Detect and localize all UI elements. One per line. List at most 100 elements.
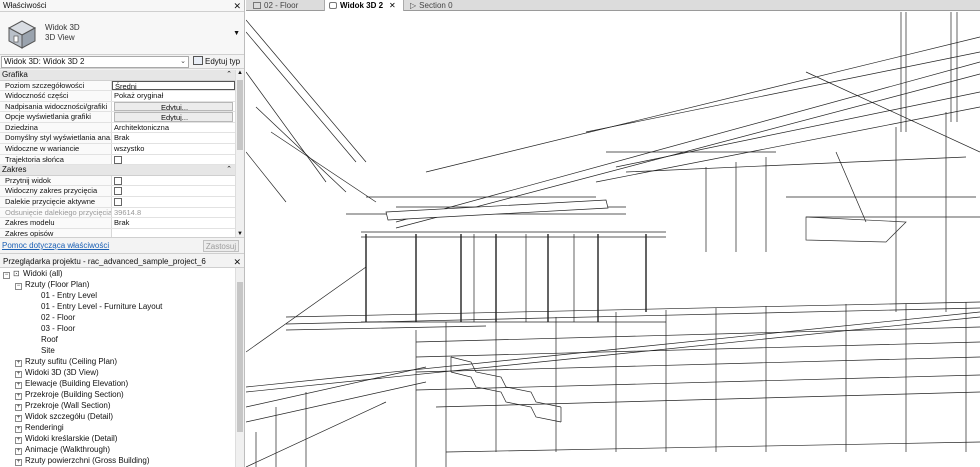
- prop-row: Widoczny zakres przycięcia: [0, 186, 235, 197]
- chevron-down-icon[interactable]: ▼: [233, 30, 240, 37]
- canopy-lines: [346, 36, 980, 312]
- scroll-thumb[interactable]: [237, 80, 243, 150]
- tree-leaf-view[interactable]: 02 - Floor: [0, 312, 234, 323]
- tree-leaf-view[interactable]: Site: [0, 345, 234, 356]
- apply-button[interactable]: Zastosuj: [203, 240, 239, 252]
- tree-node-category[interactable]: + Rzuty sufitu (Ceiling Plan): [0, 356, 234, 367]
- prop-key: Przytnij widok: [0, 175, 112, 186]
- project-tree-scrollbar[interactable]: [235, 268, 244, 467]
- curtain-wall: [361, 231, 666, 323]
- prop-row: Przytnij widok: [0, 175, 235, 187]
- far-clip-checkbox[interactable]: [114, 197, 122, 206]
- type-subname: 3D View: [45, 33, 75, 42]
- vg-overrides-edit-button[interactable]: Edytuj...: [114, 101, 233, 112]
- far-clip-cell: [112, 197, 235, 207]
- discipline-value[interactable]: Architektoniczna: [112, 123, 235, 133]
- tree-node-category[interactable]: + Widok szczegółu (Detail): [0, 411, 234, 422]
- graphic-display-edit-button[interactable]: Edytuj...: [114, 112, 233, 122]
- properties-scrollbar[interactable]: ▲ ▼: [235, 70, 244, 237]
- project-browser-title-bar: Przeglądarka projektu - rac_advanced_sam…: [0, 256, 244, 268]
- analysis-style-value[interactable]: Brak: [112, 133, 235, 143]
- prop-key: Nadpisania widoczności/grafiki: [0, 101, 112, 112]
- properties-help-link[interactable]: Pomoc dotycząca właściwości: [2, 241, 109, 250]
- scope-box-value[interactable]: Brak: [112, 218, 235, 228]
- plus-box-icon[interactable]: +: [15, 415, 22, 422]
- plus-box-icon[interactable]: +: [15, 448, 22, 455]
- tree-node-category[interactable]: + Widoki 3D (3D View): [0, 367, 234, 378]
- minus-box-icon[interactable]: −: [3, 272, 10, 279]
- properties-grid: Grafika ⌃ Poziom szczegółowości Średni Wi…: [0, 70, 235, 237]
- tree-node-category[interactable]: + Przekroje (Building Section): [0, 389, 234, 400]
- tab-widok-3d-2[interactable]: Widok 3D 2 ✕: [324, 0, 404, 11]
- minus-box-icon[interactable]: −: [15, 283, 22, 290]
- close-icon[interactable]: ✕: [233, 256, 241, 268]
- tree-node-views-root[interactable]: − ⊡ Widoki (all): [0, 268, 234, 279]
- tab-section-0[interactable]: ▷ Section 0: [406, 0, 486, 11]
- project-browser-title: Przeglądarka projektu - rac_advanced_sam…: [3, 257, 206, 266]
- tree-node-label: Widoki 3D (3D View): [25, 368, 99, 377]
- close-icon[interactable]: ✕: [233, 0, 241, 12]
- edit-type-button[interactable]: Edytuj typ: [193, 56, 240, 68]
- tree-node-category[interactable]: + Widoki kreślarskie (Detail): [0, 433, 234, 444]
- detail-level-select[interactable]: Średni: [112, 80, 235, 91]
- tree-node-category[interactable]: + Rzuty powierzchni (Gross Building): [0, 455, 234, 466]
- prop-key: Dalekie przycięcie aktywne: [0, 196, 112, 207]
- plus-box-icon[interactable]: +: [15, 404, 22, 411]
- sun-path-checkbox[interactable]: [114, 155, 122, 164]
- scroll-up-icon[interactable]: ▲: [237, 70, 243, 76]
- tree-node-category[interactable]: + Animacje (Walkthrough): [0, 444, 234, 455]
- column: [900, 12, 958, 132]
- tree-leaf-view[interactable]: Roof: [0, 334, 234, 345]
- crop-visible-cell: [112, 186, 235, 196]
- chevron-down-icon: ⌄: [180, 58, 186, 65]
- prop-key: Widoczny zakres przycięcia: [0, 186, 112, 196]
- option-visibility-value[interactable]: wszystko: [112, 144, 235, 154]
- tree-node-category[interactable]: + Elewacje (Building Elevation): [0, 378, 234, 389]
- prop-key: Trajektoria słońca: [0, 154, 112, 165]
- tree-node-category[interactable]: + Przekroje (Wall Section): [0, 400, 234, 411]
- plus-box-icon[interactable]: +: [15, 371, 22, 378]
- tree-leaf-view[interactable]: 01 - Entry Level: [0, 290, 234, 301]
- type-selector[interactable]: Widok 3D 3D View ▼: [0, 12, 244, 55]
- prop-key: Domyślny styl wyświetlania ana...: [0, 133, 112, 144]
- edit-type-icon: [193, 56, 203, 65]
- plus-box-icon[interactable]: +: [15, 360, 22, 367]
- left-dock: Właściwości ✕ Widok 3D 3D View ▼ Widok 3…: [0, 0, 245, 467]
- tree-node-floor-plans[interactable]: − Rzuty (Floor Plan): [0, 279, 234, 290]
- instance-bar: Widok 3D: Widok 3D 2 ⌄ Edytuj typ: [0, 55, 244, 69]
- crop-view-checkbox[interactable]: [114, 176, 122, 185]
- plus-box-icon[interactable]: +: [15, 393, 22, 400]
- section-extents[interactable]: Zakres ⌃: [0, 165, 235, 176]
- annotation-crop-value[interactable]: [112, 229, 235, 237]
- plus-box-icon[interactable]: +: [15, 437, 22, 444]
- section-graphics[interactable]: Grafika ⌃: [0, 70, 235, 81]
- tree-node-label: Przekroje (Building Section): [25, 390, 124, 399]
- plus-box-icon[interactable]: +: [15, 459, 22, 466]
- chevron-up-icon[interactable]: ⌃: [226, 165, 232, 175]
- chevron-up-icon[interactable]: ⌃: [226, 70, 232, 80]
- scroll-thumb[interactable]: [237, 282, 243, 432]
- tree-node-label: Animacje (Walkthrough): [25, 445, 111, 454]
- tab-02-floor[interactable]: 02 - Floor: [249, 0, 321, 11]
- instance-selector[interactable]: Widok 3D: Widok 3D 2 ⌄: [1, 56, 189, 68]
- parts-visibility-value[interactable]: Pokaż oryginał: [112, 91, 235, 101]
- prop-row: Zakres opisów: [0, 228, 235, 237]
- plus-box-icon[interactable]: +: [15, 426, 22, 433]
- close-icon[interactable]: ✕: [389, 1, 396, 10]
- roof-structure: [246, 19, 377, 353]
- instance-selector-value: Widok 3D: Widok 3D 2: [4, 57, 85, 66]
- tree-leaf-view[interactable]: 01 - Entry Level - Furniture Layout: [0, 301, 234, 312]
- crop-visible-checkbox[interactable]: [114, 187, 122, 196]
- beam: [385, 199, 609, 221]
- views-icon: ⊡: [13, 269, 20, 278]
- plus-box-icon[interactable]: +: [15, 382, 22, 389]
- 3d-view-icon: [7, 20, 37, 49]
- prop-key: Zakres opisów: [0, 228, 112, 237]
- 3d-view-icon: [329, 2, 337, 9]
- tree-node-category[interactable]: + Renderingi: [0, 422, 234, 433]
- tree-node-label: Rzuty sufitu (Ceiling Plan): [25, 357, 118, 366]
- crop-view-cell: [112, 176, 235, 186]
- tree-leaf-view[interactable]: 03 - Floor: [0, 323, 234, 334]
- 3d-viewport[interactable]: [246, 12, 980, 467]
- sun-path-cell: [112, 155, 235, 165]
